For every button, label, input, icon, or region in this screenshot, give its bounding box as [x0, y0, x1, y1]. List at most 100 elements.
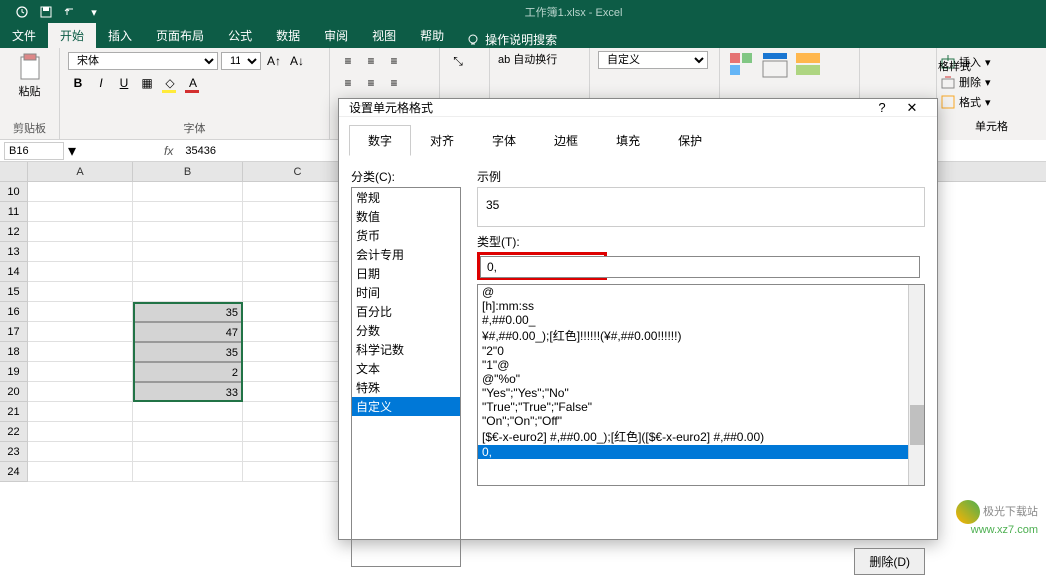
category-item[interactable]: 百分比 — [352, 302, 460, 321]
cell-B15[interactable] — [133, 282, 243, 302]
cell-C14[interactable] — [243, 262, 353, 282]
dialog-tab-4[interactable]: 填充 — [597, 125, 659, 156]
increase-font-icon[interactable]: A↑ — [264, 51, 284, 71]
dialog-tab-3[interactable]: 边框 — [535, 125, 597, 156]
cell-B24[interactable] — [133, 462, 243, 482]
category-item[interactable]: 常规 — [352, 188, 460, 207]
format-table-icon[interactable] — [761, 51, 791, 86]
tab-formulas[interactable]: 公式 — [216, 23, 264, 48]
row-header-12[interactable]: 12 — [0, 222, 28, 242]
col-header-A[interactable]: A — [28, 162, 133, 181]
cell-C15[interactable] — [243, 282, 353, 302]
cell-A19[interactable] — [28, 362, 133, 382]
format-item[interactable]: "1"@ — [478, 358, 924, 372]
cell-C10[interactable] — [243, 182, 353, 202]
cell-B18[interactable]: 35 — [133, 342, 243, 362]
align-left-icon[interactable]: ≡ — [338, 73, 358, 93]
cell-A23[interactable] — [28, 442, 133, 462]
align-bottom-icon[interactable]: ≡ — [384, 51, 404, 71]
redo-icon[interactable]: ▾ — [87, 5, 101, 19]
row-header-15[interactable]: 15 — [0, 282, 28, 302]
cell-B11[interactable] — [133, 202, 243, 222]
format-item[interactable]: @ — [478, 285, 924, 299]
cell-B20[interactable]: 33 — [133, 382, 243, 402]
row-header-16[interactable]: 16 — [0, 302, 28, 322]
cell-B12[interactable] — [133, 222, 243, 242]
cell-B22[interactable] — [133, 422, 243, 442]
row-header-14[interactable]: 14 — [0, 262, 28, 282]
col-header-C[interactable]: C — [243, 162, 353, 181]
cell-A15[interactable] — [28, 282, 133, 302]
font-size-select[interactable]: 11 — [221, 52, 261, 70]
format-item[interactable]: #,##0.00_ — [478, 313, 924, 327]
cell-C22[interactable] — [243, 422, 353, 442]
cell-A18[interactable] — [28, 342, 133, 362]
tab-file[interactable]: 文件 — [0, 23, 48, 48]
scrollbar[interactable] — [908, 285, 924, 485]
cell-A17[interactable] — [28, 322, 133, 342]
category-list[interactable]: 常规数值货币会计专用日期时间百分比分数科学记数文本特殊自定义 — [351, 187, 461, 567]
cell-B19[interactable]: 2 — [133, 362, 243, 382]
format-item[interactable]: "2"0 — [478, 344, 924, 358]
category-item[interactable]: 数值 — [352, 207, 460, 226]
row-header-23[interactable]: 23 — [0, 442, 28, 462]
paste-button[interactable]: 粘贴 — [8, 51, 51, 101]
tab-layout[interactable]: 页面布局 — [144, 23, 216, 48]
cell-A20[interactable] — [28, 382, 133, 402]
cell-B10[interactable] — [133, 182, 243, 202]
row-header-18[interactable]: 18 — [0, 342, 28, 362]
row-header-24[interactable]: 24 — [0, 462, 28, 482]
cell-styles-icon[interactable] — [794, 51, 824, 86]
category-item[interactable]: 特殊 — [352, 378, 460, 397]
row-header-17[interactable]: 17 — [0, 322, 28, 342]
tab-review[interactable]: 审阅 — [312, 23, 360, 48]
delete-format-button[interactable]: 删除(D) — [854, 548, 925, 575]
cell-C21[interactable] — [243, 402, 353, 422]
tab-home[interactable]: 开始 — [48, 23, 96, 48]
cell-A10[interactable] — [28, 182, 133, 202]
format-item[interactable]: "Yes";"Yes";"No" — [478, 386, 924, 400]
align-middle-icon[interactable]: ≡ — [361, 51, 381, 71]
cell-A22[interactable] — [28, 422, 133, 442]
format-item[interactable]: 0, — [478, 445, 924, 459]
border-button[interactable]: ▦ — [137, 73, 157, 93]
cell-A11[interactable] — [28, 202, 133, 222]
tell-me[interactable]: 操作说明搜索 — [456, 31, 567, 48]
name-box[interactable] — [4, 142, 64, 160]
italic-button[interactable]: I — [91, 73, 111, 93]
format-cells-button[interactable]: 格式 ▾ — [941, 92, 1042, 112]
category-item[interactable]: 日期 — [352, 264, 460, 283]
autosave-icon[interactable] — [15, 5, 29, 19]
cell-B21[interactable] — [133, 402, 243, 422]
cell-B16[interactable]: 35 — [133, 302, 243, 322]
cell-C18[interactable] — [243, 342, 353, 362]
cell-A13[interactable] — [28, 242, 133, 262]
close-icon[interactable]: ✕ — [897, 100, 927, 116]
dialog-tab-1[interactable]: 对齐 — [411, 125, 473, 156]
save-icon[interactable] — [39, 5, 53, 19]
category-item[interactable]: 货币 — [352, 226, 460, 245]
cell-B14[interactable] — [133, 262, 243, 282]
conditional-format-icon[interactable] — [728, 51, 758, 86]
cell-C23[interactable] — [243, 442, 353, 462]
cell-C17[interactable] — [243, 322, 353, 342]
delete-cells-button[interactable]: 删除 ▾ — [941, 72, 1042, 92]
format-code-list[interactable]: @[h]:mm:ss#,##0.00_¥#,##0.00_);[红色]!!!!!… — [477, 284, 925, 486]
tab-data[interactable]: 数据 — [264, 23, 312, 48]
cell-A16[interactable] — [28, 302, 133, 322]
cell-C12[interactable] — [243, 222, 353, 242]
dropdown-icon[interactable]: ▾ — [68, 141, 76, 161]
row-header-10[interactable]: 10 — [0, 182, 28, 202]
row-header-20[interactable]: 20 — [0, 382, 28, 402]
format-item[interactable]: @"%o" — [478, 372, 924, 386]
cell-A14[interactable] — [28, 262, 133, 282]
tab-help[interactable]: 帮助 — [408, 23, 456, 48]
cell-A21[interactable] — [28, 402, 133, 422]
font-color-button[interactable]: A — [183, 73, 203, 93]
category-item[interactable]: 自定义 — [352, 397, 460, 416]
align-center-icon[interactable]: ≡ — [361, 73, 381, 93]
category-item[interactable]: 科学记数 — [352, 340, 460, 359]
dialog-tab-2[interactable]: 字体 — [473, 125, 535, 156]
category-item[interactable]: 时间 — [352, 283, 460, 302]
row-header-21[interactable]: 21 — [0, 402, 28, 422]
